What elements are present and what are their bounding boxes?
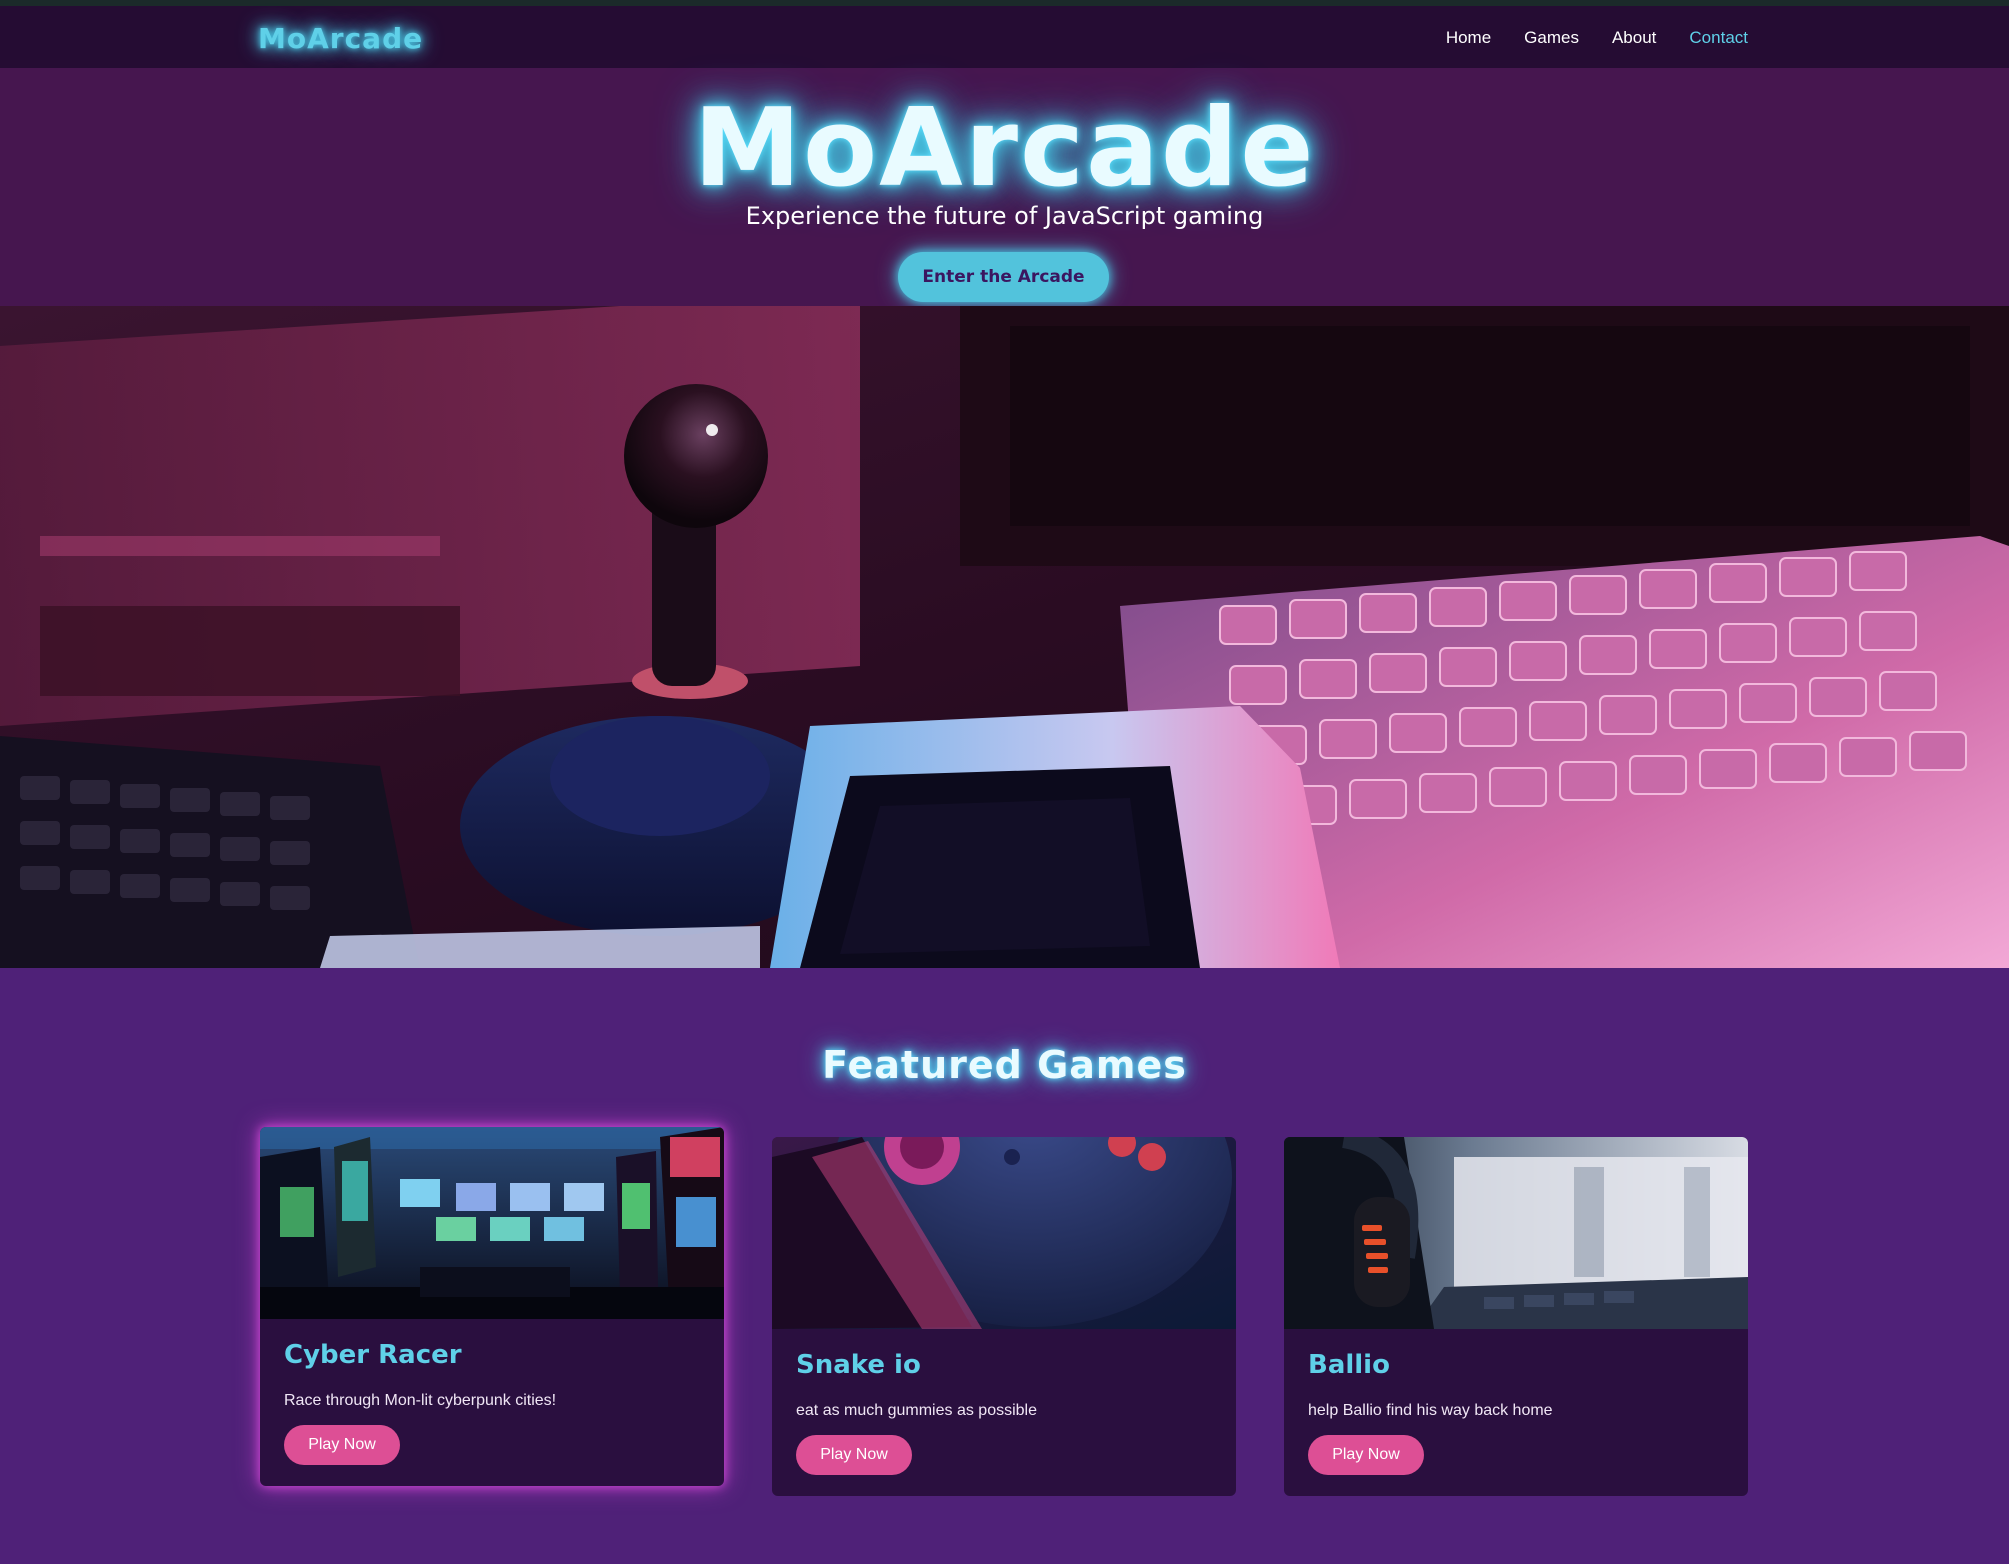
game-description: eat as much gummies as possible (796, 1402, 1037, 1419)
nav-link-about[interactable]: About (1612, 28, 1656, 48)
nav-link-home[interactable]: Home (1446, 28, 1491, 48)
enter-arcade-button[interactable]: Enter the Arcade (898, 252, 1109, 302)
featured-games-title: Featured Games (822, 1043, 1187, 1087)
play-now-button[interactable]: Play Now (1308, 1435, 1424, 1475)
play-now-button[interactable]: Play Now (284, 1425, 400, 1465)
game-description: Race through Mon-lit cyberpunk cities! (284, 1392, 557, 1409)
hero-title: MoArcade (693, 86, 1316, 211)
game-card-snake-io[interactable]: Snake io eat as much gummies as possible… (772, 1137, 1236, 1496)
nav-links: Home Games About Contact (1413, 28, 1748, 48)
game-title: Cyber Racer (284, 1340, 462, 1370)
hero-subtitle: Experience the future of JavaScript gami… (745, 202, 1264, 230)
game-description: help Ballio find his way back home (1308, 1402, 1553, 1419)
nav-link-games[interactable]: Games (1524, 28, 1579, 48)
nav-link-contact[interactable]: Contact (1689, 28, 1748, 48)
nav-logo[interactable]: MoArcade (258, 22, 423, 55)
hero-image (0, 306, 2009, 968)
navbar: MoArcade Home Games About Contact (0, 0, 2009, 68)
game-thumbnail-headset (1284, 1137, 1748, 1329)
game-thumbnail-arcade-room (260, 1127, 724, 1319)
game-thumbnail-controller (772, 1137, 1236, 1329)
hero-section: MoArcade Experience the future of JavaSc… (0, 68, 2009, 306)
game-title: Ballio (1308, 1350, 1390, 1380)
game-title: Snake io (796, 1350, 921, 1380)
game-card-ballio[interactable]: Ballio help Ballio find his way back hom… (1284, 1137, 1748, 1496)
game-card-cyber-racer[interactable]: Cyber Racer Race through Mon-lit cyberpu… (260, 1127, 724, 1486)
play-now-button[interactable]: Play Now (796, 1435, 912, 1475)
